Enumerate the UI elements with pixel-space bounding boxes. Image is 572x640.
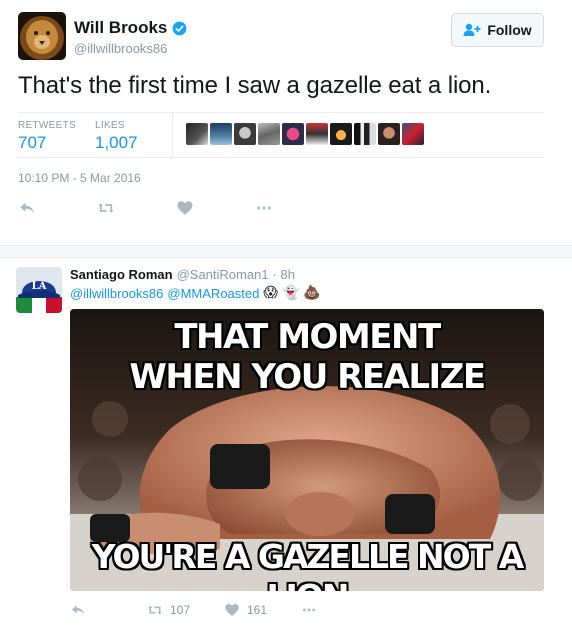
tweet-stats: RETWEETS 707 LIKES 1,007 (18, 112, 544, 158)
lion-avatar[interactable] (18, 12, 66, 60)
follow-button[interactable]: Follow (451, 13, 544, 47)
more-icon (303, 608, 315, 612)
reply-like-button[interactable]: 161 (224, 602, 301, 618)
main-tweet: Will Brooks @illwillbrooks86 Follow That… (0, 0, 572, 245)
user-name-text[interactable]: Will Brooks (74, 18, 167, 38)
tweet-timestamp[interactable]: 10:10 PM - 5 Mar 2016 (18, 171, 141, 185)
retweet-icon (98, 203, 114, 213)
user-handle[interactable]: @illwillbrooks86 (74, 41, 167, 56)
meme-top-line1: THAT MOMENT (174, 317, 441, 357)
likes-stat[interactable]: LIKES 1,007 (95, 120, 138, 153)
tweet-actions (18, 198, 334, 218)
reply-button[interactable] (18, 198, 97, 218)
liker-avatar[interactable] (210, 123, 232, 145)
reply-icon (72, 605, 84, 615)
heart-icon (177, 201, 193, 215)
stat-divider (172, 113, 173, 157)
mention-link[interactable]: @MMARoasted (167, 286, 259, 301)
tweet-text: That's the first time I saw a gazelle ea… (18, 72, 492, 99)
reply-time[interactable]: · 8h (273, 267, 295, 282)
verified-badge-icon (172, 21, 187, 35)
poop-emoji: 💩 (303, 285, 321, 301)
meme-bottom-text: YOU'RE A GAZELLE NOT A LION (91, 537, 525, 591)
retweets-label: RETWEETS (18, 120, 76, 131)
conversation-separator (0, 245, 572, 258)
like-button[interactable] (176, 198, 255, 218)
likes-count: 1,007 (95, 133, 138, 152)
reply-user-name[interactable]: Santiago Roman (70, 267, 173, 282)
reply-like-count: 161 (247, 603, 268, 617)
reply-icon (20, 202, 34, 214)
liker-avatars (186, 123, 424, 145)
reply-user-handle[interactable]: @SantiRoman1 (177, 267, 269, 282)
retweet-icon (148, 605, 162, 615)
more-icon (257, 206, 271, 210)
reply-header: Santiago Roman @SantiRoman1 · 8h (70, 267, 295, 282)
mention-link[interactable]: @illwillbrooks86 (70, 286, 163, 301)
reply-tweet: LA Santiago Roman @SantiRoman1 · 8h @ill… (0, 258, 572, 640)
liker-avatar[interactable] (402, 123, 424, 145)
retweets-count: 707 (18, 133, 47, 152)
meme-top-text: THAT MOMENT WHEN YOU REALIZE (70, 317, 544, 397)
scream-emoji: 😱 (263, 285, 278, 301)
liker-avatar[interactable] (378, 123, 400, 145)
likes-label: LIKES (95, 120, 125, 131)
heart-icon (225, 604, 239, 616)
retweets-stat[interactable]: RETWEETS 707 (18, 120, 76, 153)
meme-image[interactable]: THAT MOMENT WHEN YOU REALIZE YOU'RE A GA… (70, 309, 544, 591)
dodgers-hat-avatar[interactable]: LA (16, 267, 62, 313)
liker-avatar[interactable] (186, 123, 208, 145)
user-name[interactable]: Will Brooks (74, 18, 187, 38)
reply-text: @illwillbrooks86 @MMARoasted 😱 👻 💩 (70, 285, 321, 301)
retweet-button[interactable] (97, 198, 176, 218)
add-user-icon (463, 23, 481, 36)
liker-avatar[interactable] (258, 123, 280, 145)
reply-reply-button[interactable] (70, 602, 147, 618)
ghost-emoji: 👻 (281, 285, 300, 301)
liker-avatar[interactable] (282, 123, 304, 145)
svg-text:LA: LA (32, 281, 47, 292)
more-button[interactable] (255, 198, 334, 218)
follow-label: Follow (487, 22, 532, 38)
reply-actions: 107 161 (70, 602, 317, 618)
liker-avatar[interactable] (306, 123, 328, 145)
reply-more-button[interactable] (301, 602, 317, 618)
liker-avatar[interactable] (330, 123, 352, 145)
liker-avatar[interactable] (354, 123, 376, 145)
reply-retweet-count: 107 (170, 603, 191, 617)
meme-top-line2: WHEN YOU REALIZE (129, 357, 486, 397)
reply-retweet-button[interactable]: 107 (147, 602, 224, 618)
liker-avatar[interactable] (234, 123, 256, 145)
